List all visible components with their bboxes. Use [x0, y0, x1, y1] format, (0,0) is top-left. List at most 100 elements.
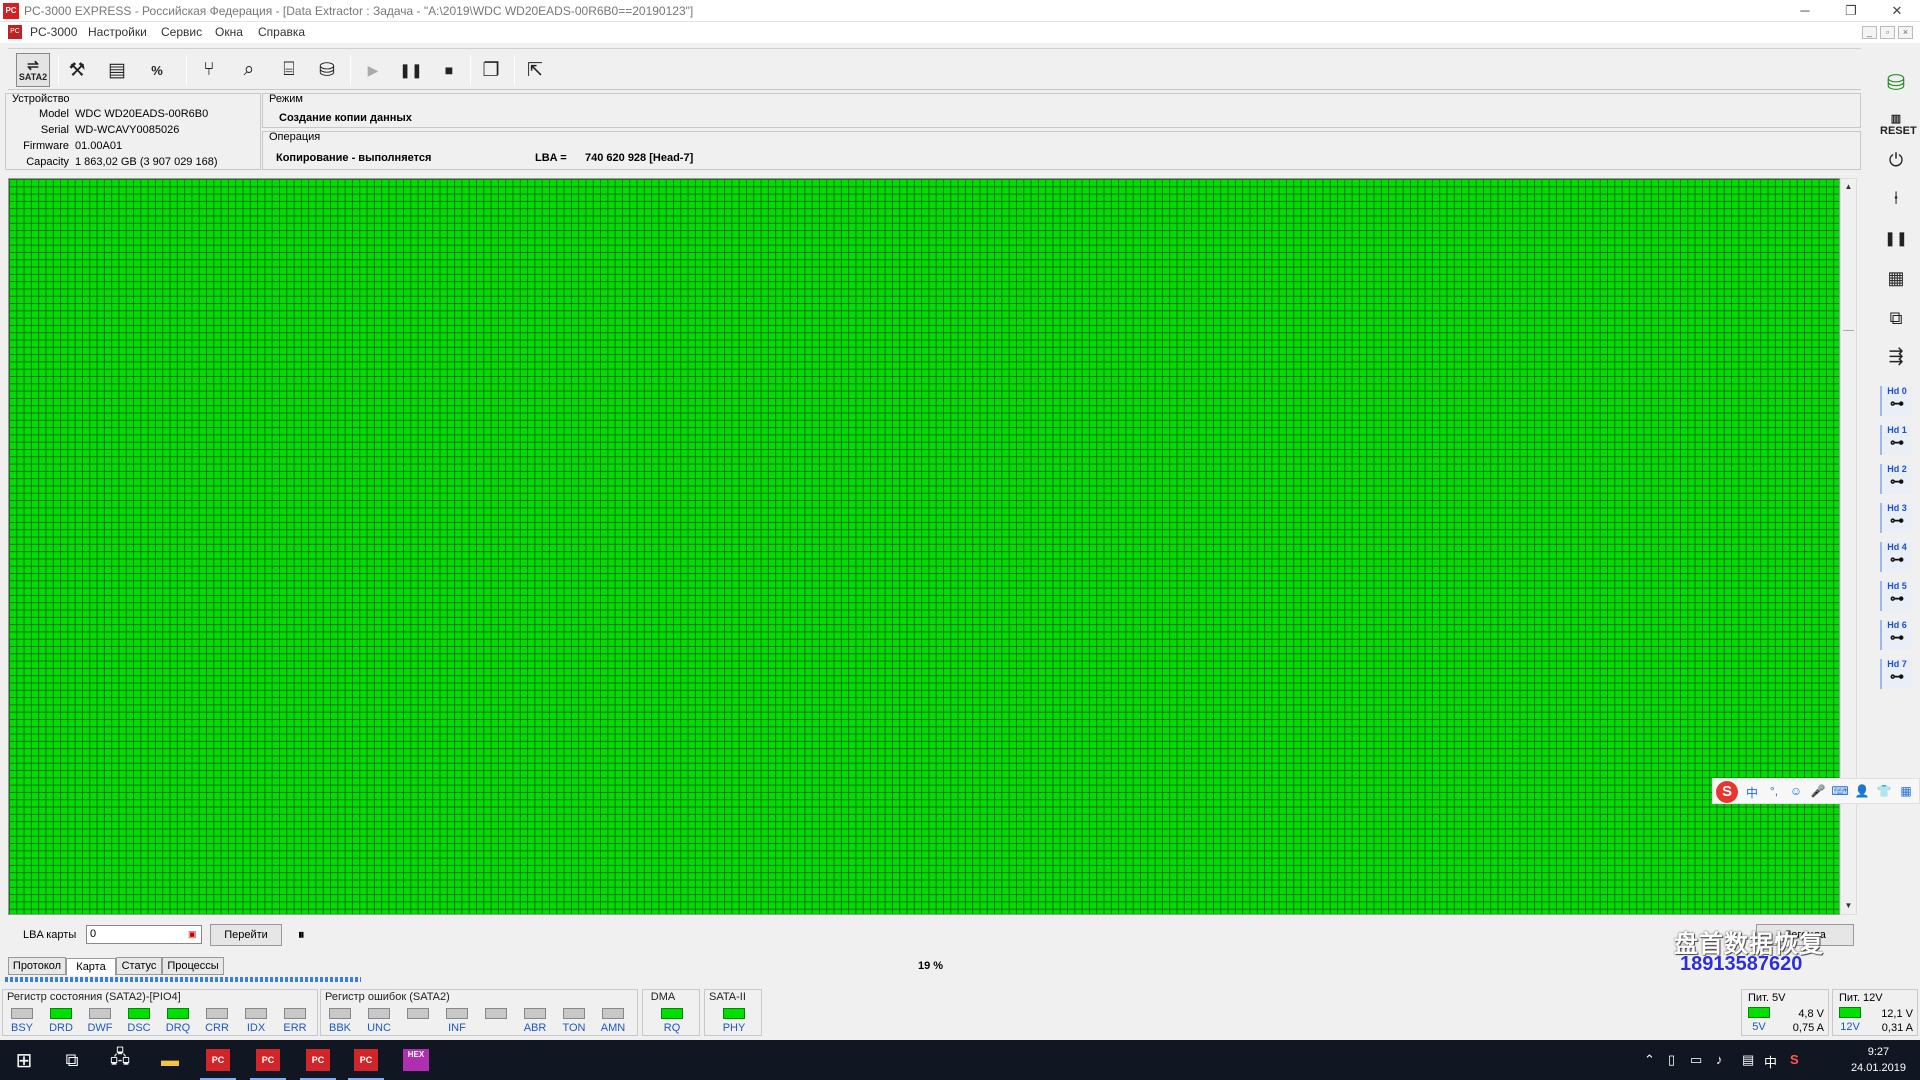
map-navigation-row: LBA карты 0 ▣ Перейти ⏸ Легенда — [8, 921, 1860, 951]
sleep-icon[interactable]: ⏻ — [1880, 150, 1912, 180]
exit-icon[interactable]: ⇱ — [518, 53, 552, 87]
cable-icon[interactable]: ⇶ — [1880, 346, 1912, 376]
pc3000-task-icon[interactable]: PC — [248, 1044, 288, 1080]
map-pause-icon[interactable]: ⏸ — [298, 927, 305, 943]
sata2-port-button[interactable]: ⇌ SATA2 — [16, 53, 50, 87]
goto-button[interactable]: Перейти — [210, 924, 282, 946]
minimize-button[interactable]: ─ — [1782, 0, 1828, 22]
ports-icon[interactable]: ▦ — [1880, 268, 1912, 298]
start-icon[interactable]: ⊞ — [4, 1044, 44, 1076]
task-view-icon[interactable]: ⧉ — [52, 1044, 92, 1076]
menu-service[interactable]: Сервис — [161, 25, 202, 39]
stop-icon[interactable]: ■ — [432, 53, 466, 87]
disk-icon[interactable]: ⛁ — [310, 53, 344, 87]
head-button[interactable]: Hd 7 ⊶ — [1880, 659, 1912, 689]
remove-icon[interactable]: ⧉ — [1880, 308, 1912, 338]
scroll-up-icon[interactable]: ▲ — [1841, 179, 1856, 195]
tray-chevron-icon[interactable]: ⌃ — [1644, 1052, 1655, 1068]
picker-icon[interactable]: ▣ — [188, 929, 199, 940]
ime-item-icon[interactable]: ▦ — [1897, 784, 1915, 800]
pc3000-task-icon[interactable]: PC — [298, 1044, 338, 1080]
lba-map-label: LBA карты — [23, 929, 77, 941]
mdi-restore-button[interactable]: ▫ — [1880, 26, 1895, 39]
ime-item-icon[interactable]: 中 — [1743, 784, 1761, 800]
power-5v-voltage: 4,8 V — [1798, 1008, 1824, 1020]
tab-processes[interactable]: Процессы — [162, 957, 224, 975]
passport-icon[interactable]: ▤ — [100, 53, 134, 87]
usb-icon[interactable]: ▯ — [1668, 1052, 1675, 1068]
pc3000-app-icon[interactable]: PC — [3, 3, 19, 19]
pc3000-task-icon[interactable]: PC — [198, 1044, 238, 1080]
tab-protocol[interactable]: Протокол — [8, 957, 66, 975]
close-button[interactable]: ✕ — [1874, 0, 1920, 22]
ime-item-icon[interactable]: ☺ — [1787, 784, 1805, 800]
clock[interactable]: 9:27 24.01.2019 — [1851, 1044, 1906, 1076]
power-12v-current: 0,31 A — [1881, 1022, 1913, 1034]
ime-item-icon[interactable]: °, — [1765, 784, 1783, 800]
restore-button[interactable]: ❐ — [1828, 0, 1874, 22]
right-pause-icon[interactable]: ❚❚ — [1880, 230, 1912, 260]
mdi-close-button[interactable]: × — [1898, 26, 1913, 39]
error-register-led-label: UNC — [367, 1022, 391, 1034]
scroll-thumb[interactable] — [1843, 319, 1854, 331]
head-button[interactable]: Hd 0 ⊶ — [1880, 386, 1912, 416]
system-tray: ⌃ ▯ ▭ ♪ ▤ 中 S 9:27 24.01.2019 — [1640, 1040, 1920, 1080]
map-scrollbar[interactable]: ▲ ▼ — [1840, 178, 1857, 915]
hex-editor-icon[interactable]: HEX — [396, 1044, 436, 1076]
head-button[interactable]: Hd 4 ⊶ — [1880, 542, 1912, 572]
copy-icon[interactable]: ❐ — [474, 53, 508, 87]
status-register-led — [206, 1008, 228, 1019]
menu-windows[interactable]: Окна — [215, 25, 243, 39]
pause-icon[interactable]: ❚❚ — [394, 53, 428, 87]
power-drive-icon[interactable]: ⛁ — [1880, 70, 1912, 100]
percent-icon[interactable]: % — [140, 53, 174, 87]
explorer-icon[interactable]: ▬ — [150, 1044, 190, 1076]
ime-item-icon[interactable]: ⌨ — [1831, 784, 1849, 800]
mdi-minimize-button[interactable]: _ — [1862, 26, 1877, 39]
power-12v-label: 12V — [1840, 1021, 1860, 1033]
power-12v-title: Пит. 12V — [1839, 992, 1883, 1004]
ime-item-icon[interactable]: 👕 — [1875, 784, 1893, 800]
tree-icon[interactable]: ⑂ — [192, 53, 226, 87]
error-register-led — [368, 1008, 390, 1019]
capacity-value: 1 863,02 GB (3 907 029 168) — [75, 156, 218, 168]
tab-map[interactable]: Карта — [66, 958, 116, 976]
progress-fill — [5, 977, 73, 982]
head-icon: ⊶ — [1890, 473, 1904, 489]
search-icon[interactable]: ⌕ — [232, 53, 266, 87]
head-button[interactable]: Hd 1 ⊶ — [1880, 425, 1912, 455]
head-button[interactable]: Hd 5 ⊶ — [1880, 581, 1912, 611]
sogou-logo-icon[interactable]: S — [1716, 781, 1738, 803]
sogou-tray-icon[interactable]: S — [1790, 1052, 1799, 1067]
error-register-led-label: TON — [562, 1022, 586, 1034]
chip-icon[interactable]: ⌸ — [272, 53, 306, 87]
reset-icon[interactable]: ▥ RESET — [1880, 112, 1917, 142]
probe-icon[interactable]: ⍿ — [1880, 188, 1912, 218]
network-icon[interactable]: ▭ — [1690, 1052, 1702, 1068]
sector-map[interactable] — [8, 178, 1840, 915]
mode-group-title: Режим — [269, 93, 303, 105]
head-button[interactable]: Hd 6 ⊶ — [1880, 620, 1912, 650]
ime-item-icon[interactable]: 👤 — [1853, 784, 1871, 800]
menu-pc3000[interactable]: PC-3000 — [30, 25, 77, 39]
volume-icon[interactable]: ♪ — [1716, 1052, 1723, 1067]
menu-help[interactable]: Справка — [258, 25, 305, 39]
lba-map-input[interactable]: 0 ▣ — [86, 925, 202, 944]
error-register-led — [524, 1008, 546, 1019]
head-button[interactable]: Hd 3 ⊶ — [1880, 503, 1912, 533]
tools-icon[interactable]: ⚒ — [60, 53, 94, 87]
head-button[interactable]: Hd 2 ⊶ — [1880, 464, 1912, 494]
network-app-icon[interactable]: 🖧 — [100, 1044, 140, 1076]
main-toolbar: ⇌ SATA2 ⚒ ▤ % ⑂ ⌕ ⌸ ⛁ ▶ ❚❚ ■ ❐ ⇱ — [8, 48, 1861, 90]
notification-icon[interactable]: ▤ — [1742, 1052, 1754, 1068]
menu-settings[interactable]: Настройки — [88, 25, 147, 39]
tab-status[interactable]: Статус — [116, 957, 162, 975]
mdi-app-icon[interactable]: PC — [8, 25, 22, 39]
scroll-down-icon[interactable]: ▼ — [1841, 898, 1856, 914]
operation-panel: Операция Копирование - выполняется LBA =… — [262, 131, 1861, 170]
ime-item-icon[interactable]: 🎤 — [1809, 784, 1827, 800]
status-register: Регистр состояния (SATA2)-[PIO4] BSY DRD D… — [2, 989, 318, 1036]
ime-lang-indicator[interactable]: 中 — [1764, 1052, 1777, 1071]
play-icon[interactable]: ▶ — [356, 53, 390, 87]
pc3000-task-icon[interactable]: PC — [346, 1044, 386, 1080]
